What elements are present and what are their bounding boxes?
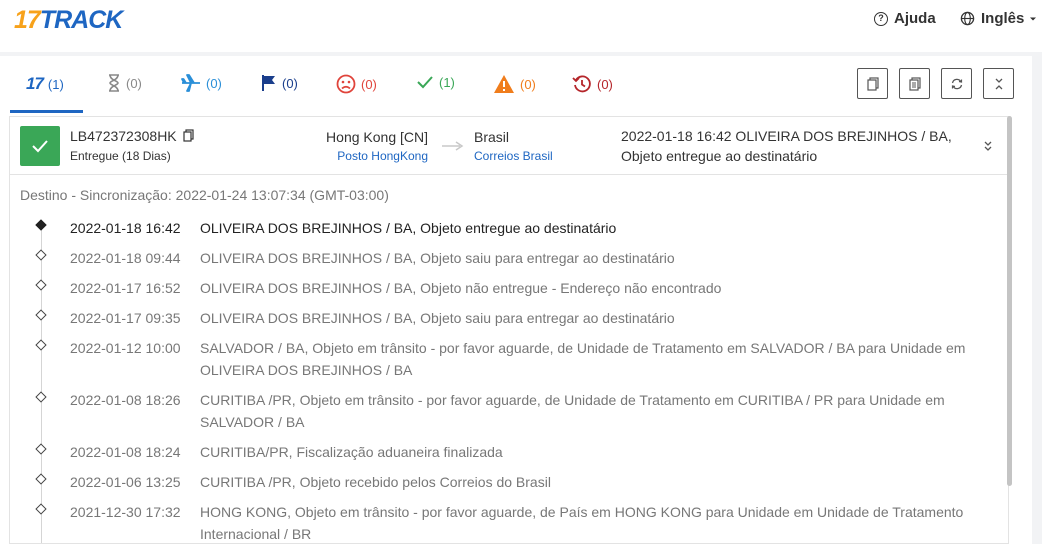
tab-pending[interactable]: (0) (107, 74, 142, 92)
logo-text: TRACK (39, 6, 123, 34)
timeline-diamond-icon (35, 339, 47, 351)
origin-carrier-link[interactable]: Posto HongKong (337, 149, 428, 163)
event-description: OLIVEIRA DOS BREJINHOS / BA, Objeto entr… (200, 220, 617, 236)
top-bar: 17TRACK ? Ajuda Inglês (0, 0, 1042, 52)
tab-count: (0) (520, 76, 536, 92)
event-description: CURITIBA /PR, Objeto em trânsito - por f… (200, 392, 945, 430)
event-date: 2022-01-17 16:52 (70, 280, 181, 296)
checkmark-icon (32, 140, 48, 153)
copy-details-button[interactable] (899, 68, 930, 99)
tab-count: (0) (597, 76, 613, 92)
hourglass-icon (109, 74, 119, 92)
tab-count: (1) (439, 74, 455, 90)
timeline-diamond-icon (35, 503, 47, 515)
seventeen-logo-icon: 17 (26, 74, 44, 93)
question-icon: ? (874, 11, 888, 26)
sync-info: Destino - Sincronização: 2022-01-24 13:0… (20, 187, 389, 203)
tab-count: (0) (206, 75, 222, 91)
copy-button[interactable] (857, 68, 888, 99)
timeline-diamond-icon (35, 443, 47, 455)
event-date: 2022-01-08 18:26 (70, 392, 181, 408)
event-date: 2022-01-12 10:00 (70, 340, 181, 356)
history-icon (572, 75, 591, 93)
collapse-all-button[interactable] (983, 68, 1014, 99)
tracking-number: LB472372308HK (70, 128, 195, 144)
latest-event: 2022-01-18 16:42 OLIVEIRA DOS BREJINHOS … (621, 128, 952, 164)
delivery-status: Entregue (18 Dias) (70, 149, 171, 163)
logo[interactable]: 17TRACK (14, 6, 123, 35)
destination-carrier-link[interactable]: Correios Brasil (474, 149, 553, 163)
timeline-diamond-icon (35, 309, 47, 321)
shipment-summary[interactable]: LB472372308HK Entregue (18 Dias) Hong Ko… (10, 117, 1008, 175)
tab-all[interactable]: 17 (1) (26, 74, 64, 94)
status-tabs: 17 (1) (0) (0) (0) (0) (1) (0) (0) (0, 56, 1032, 114)
tab-count: (0) (282, 75, 298, 91)
tracking-panel: 17 (1) (0) (0) (0) (0) (1) (0) (0) LB472… (0, 56, 1032, 544)
origin-country: Hong Kong [CN] (326, 129, 428, 145)
shipment-card: LB472372308HK Entregue (18 Dias) Hong Ko… (9, 116, 1009, 544)
caret-down-icon (1030, 17, 1037, 20)
timeline-diamond-icon (35, 219, 47, 231)
event-description: SALVADOR / BA, Objeto em trânsito - por … (200, 340, 966, 378)
tab-count: (0) (126, 75, 142, 91)
timeline-line (41, 223, 42, 543)
delivered-status-badge (20, 126, 60, 166)
sad-face-icon (336, 74, 356, 94)
event-date: 2022-01-08 18:24 (70, 444, 181, 460)
event-description: OLIVEIRA DOS BREJINHOS / BA, Objeto saiu… (200, 310, 675, 326)
route-arrow-icon (442, 141, 464, 151)
event-description: OLIVEIRA DOS BREJINHOS / BA, Objeto saiu… (200, 250, 675, 266)
tab-undelivered[interactable]: (0) (336, 74, 377, 94)
event-description: CURITIBA/PR, Fiscalização aduaneira fina… (200, 444, 503, 460)
tab-expired[interactable]: (0) (572, 74, 613, 94)
tab-count: (1) (47, 76, 64, 92)
tab-pickup[interactable]: (0) (261, 74, 298, 92)
checkmark-icon (417, 76, 433, 89)
timeline-diamond-icon (35, 249, 47, 261)
event-description: CURITIBA /PR, Objeto recebido pelos Corr… (200, 474, 551, 490)
refresh-icon (951, 78, 962, 89)
collapse-icon (995, 78, 1002, 89)
airplane-icon (181, 74, 200, 92)
help-label: Ajuda (894, 10, 936, 27)
refresh-button[interactable] (941, 68, 972, 99)
event-date: 2021-12-30 17:32 (70, 504, 181, 520)
tab-alert[interactable]: (0) (493, 74, 536, 94)
help-link[interactable]: ? Ajuda (874, 10, 936, 27)
destination-country: Brasil (474, 129, 510, 145)
event-date: 2022-01-17 09:35 (70, 310, 181, 326)
logo-number: 17 (14, 6, 41, 34)
globe-icon (960, 11, 975, 26)
tracking-number-text: LB472372308HK (70, 128, 177, 144)
copy-icon (866, 76, 879, 91)
scrollbar[interactable] (1007, 116, 1012, 486)
timeline-diamond-icon (35, 473, 47, 485)
event-date: 2022-01-18 16:42 (70, 220, 181, 236)
flag-icon (262, 75, 275, 91)
event-description: OLIVEIRA DOS BREJINHOS / BA, Objeto não … (200, 280, 722, 296)
copy-icon[interactable] (182, 129, 195, 143)
language-label: Inglês (981, 10, 1025, 27)
tab-delivered[interactable]: (1) (416, 74, 455, 90)
event-description: HONG KONG, Objeto em trânsito - por favo… (200, 504, 964, 542)
event-date: 2022-01-18 09:44 (70, 250, 181, 266)
warning-icon (494, 75, 514, 93)
document-copy-icon (908, 76, 921, 91)
timeline-diamond-icon (35, 279, 47, 291)
event-date: 2022-01-06 13:25 (70, 474, 181, 490)
active-tab-indicator (10, 110, 83, 113)
tab-count: (0) (361, 76, 377, 92)
timeline-diamond-icon (35, 391, 47, 403)
chevron-expand-icon[interactable] (982, 139, 994, 153)
tab-in-transit[interactable]: (0) (181, 74, 222, 92)
language-selector[interactable]: Inglês (960, 10, 1038, 27)
